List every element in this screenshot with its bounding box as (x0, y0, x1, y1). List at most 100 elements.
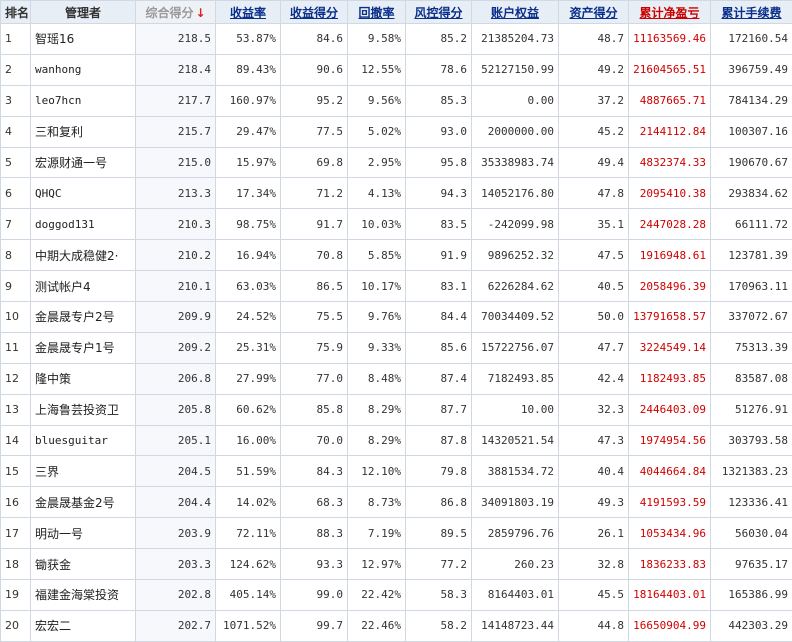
return-score-cell: 85.8 (280, 393, 348, 426)
return-score-cell: 99.7 (280, 609, 348, 642)
manager-cell: leo7hcn (30, 84, 136, 117)
table-row: 2 wanhong 218.4 89.43% 90.6 12.55% 78.6 5212715… (0, 53, 792, 86)
asset-score-cell: 45.2 (558, 115, 629, 148)
cumulative-fee-cell: 293834.62 (710, 177, 792, 210)
manager-cell: 三和复利 (30, 115, 136, 148)
asset-score-cell: 49.3 (558, 486, 629, 519)
return-score-cell: 84.3 (280, 455, 348, 488)
rank-cell: 14 (0, 424, 31, 457)
table-row: 15 三界 204.5 51.59% 84.3 12.10% 79.8 3881534.72 4… (0, 455, 792, 488)
cumulative-fee-cell: 75313.39 (710, 331, 792, 364)
return-rate-cell: 17.34% (215, 177, 281, 210)
return-score-cell: 99.0 (280, 579, 348, 611)
asset-score-cell: 37.2 (558, 84, 629, 117)
cumulative-pnl-cell: 1836233.83 (628, 548, 711, 581)
return-score-cell: 68.3 (280, 486, 348, 519)
table-row: 5 宏源财通一号 215.0 15.97% 69.8 2.95% 95.8 35338983.… (0, 146, 792, 179)
return-rate-cell: 14.02% (215, 486, 281, 519)
risk-score-cell: 84.4 (405, 301, 472, 333)
table-body: 1 智瑶16 218.5 53.87% 84.6 9.58% 85.2 21385204.73… (0, 23, 792, 642)
rank-cell: 8 (0, 239, 31, 272)
drawdown-cell: 7.19% (347, 517, 406, 550)
cumulative-fee-cell: 123336.41 (710, 486, 792, 519)
equity-cell: 15722756.07 (471, 331, 559, 364)
return-rate-cell: 16.94% (215, 239, 281, 272)
header-drawdown[interactable]: 回撤率 (347, 0, 406, 24)
drawdown-cell: 9.33% (347, 331, 406, 364)
manager-cell: doggod131 (30, 208, 136, 241)
return-rate-cell: 124.62% (215, 548, 281, 581)
asset-score-cell: 48.7 (558, 23, 629, 55)
manager-cell: 中期大成稳健2· (30, 239, 136, 272)
rank-cell: 11 (0, 331, 31, 364)
asset-score-cell: 40.5 (558, 270, 629, 303)
return-score-cell: 95.2 (280, 84, 348, 117)
header-cumulative-fee[interactable]: 累计手续费 (710, 0, 792, 24)
cumulative-pnl-cell: 2447028.28 (628, 208, 711, 241)
header-return-score[interactable]: 收益得分 (280, 0, 348, 24)
drawdown-cell: 9.56% (347, 84, 406, 117)
table-row: 16 金晨晟基金2号 204.4 14.02% 68.3 8.73% 86.8 3409180… (0, 486, 792, 519)
equity-cell: 52127150.99 (471, 53, 559, 86)
return-score-cell: 90.6 (280, 53, 348, 86)
cumulative-fee-cell: 396759.49 (710, 53, 792, 86)
cumulative-pnl-cell: 1916948.61 (628, 239, 711, 272)
header-equity[interactable]: 账户权益 (471, 0, 559, 24)
equity-cell: 21385204.73 (471, 23, 559, 55)
composite-score-cell: 210.2 (135, 239, 216, 272)
drawdown-cell: 2.95% (347, 146, 406, 179)
table-row: 12 隆中策 206.8 27.99% 77.0 8.48% 87.4 7182493.85 4… (0, 362, 792, 395)
header-risk-score[interactable]: 风控得分 (405, 0, 472, 24)
cumulative-pnl-cell: 2446403.09 (628, 393, 711, 426)
drawdown-cell: 12.10% (347, 455, 406, 488)
drawdown-cell: 12.55% (347, 53, 406, 86)
equity-cell: 6226284.62 (471, 270, 559, 303)
manager-cell: 测试帐户4 (30, 270, 136, 303)
header-manager: 管理者 (30, 0, 136, 24)
table-row: 3 leo7hcn 217.7 160.97% 95.2 9.56% 85.3 0.00 37.… (0, 84, 792, 117)
composite-score-cell: 210.3 (135, 208, 216, 241)
manager-cell: 三界 (30, 455, 136, 488)
manager-cell: wanhong (30, 53, 136, 86)
risk-score-cell: 85.3 (405, 84, 472, 117)
header-return-rate[interactable]: 收益率 (215, 0, 281, 24)
equity-cell: 14320521.54 (471, 424, 559, 457)
cumulative-fee-cell: 97635.17 (710, 548, 792, 581)
drawdown-cell: 8.73% (347, 486, 406, 519)
return-rate-cell: 29.47% (215, 115, 281, 148)
rank-cell: 7 (0, 208, 31, 241)
return-rate-cell: 63.03% (215, 270, 281, 303)
drawdown-cell: 12.97% (347, 548, 406, 581)
cumulative-pnl-cell: 4191593.59 (628, 486, 711, 519)
header-cumulative-pnl[interactable]: 累计净盈亏 (628, 0, 711, 24)
asset-score-cell: 47.5 (558, 239, 629, 272)
cumulative-pnl-cell: 16650904.99 (628, 609, 711, 642)
table-row: 4 三和复利 215.7 29.47% 77.5 5.02% 93.0 2000000.00 4… (0, 115, 792, 148)
drawdown-cell: 5.85% (347, 239, 406, 272)
rank-cell: 15 (0, 455, 31, 488)
table-row: 6 QHQC 213.3 17.34% 71.2 4.13% 94.3 14052176.80… (0, 177, 792, 210)
cumulative-fee-cell: 337072.67 (710, 301, 792, 333)
return-rate-cell: 53.87% (215, 23, 281, 55)
asset-score-cell: 35.1 (558, 208, 629, 241)
drawdown-cell: 4.13% (347, 177, 406, 210)
return-rate-cell: 16.00% (215, 424, 281, 457)
cumulative-fee-cell: 83587.08 (710, 362, 792, 395)
rank-cell: 10 (0, 301, 31, 333)
manager-cell: 金晨晟专户1号 (30, 331, 136, 364)
equity-cell: 35338983.74 (471, 146, 559, 179)
return-score-cell: 93.3 (280, 548, 348, 581)
composite-score-cell: 218.4 (135, 53, 216, 86)
asset-score-cell: 32.3 (558, 393, 629, 426)
rank-cell: 18 (0, 548, 31, 581)
risk-score-cell: 85.6 (405, 331, 472, 364)
asset-score-cell: 49.4 (558, 146, 629, 179)
equity-cell: 34091803.19 (471, 486, 559, 519)
rank-cell: 4 (0, 115, 31, 148)
cumulative-pnl-cell: 21604565.51 (628, 53, 711, 86)
header-composite-score[interactable]: 综合得分 ↓ (135, 0, 216, 24)
drawdown-cell: 5.02% (347, 115, 406, 148)
return-rate-cell: 25.31% (215, 331, 281, 364)
cumulative-pnl-cell: 1053434.96 (628, 517, 711, 550)
header-asset-score[interactable]: 资产得分 (558, 0, 629, 24)
